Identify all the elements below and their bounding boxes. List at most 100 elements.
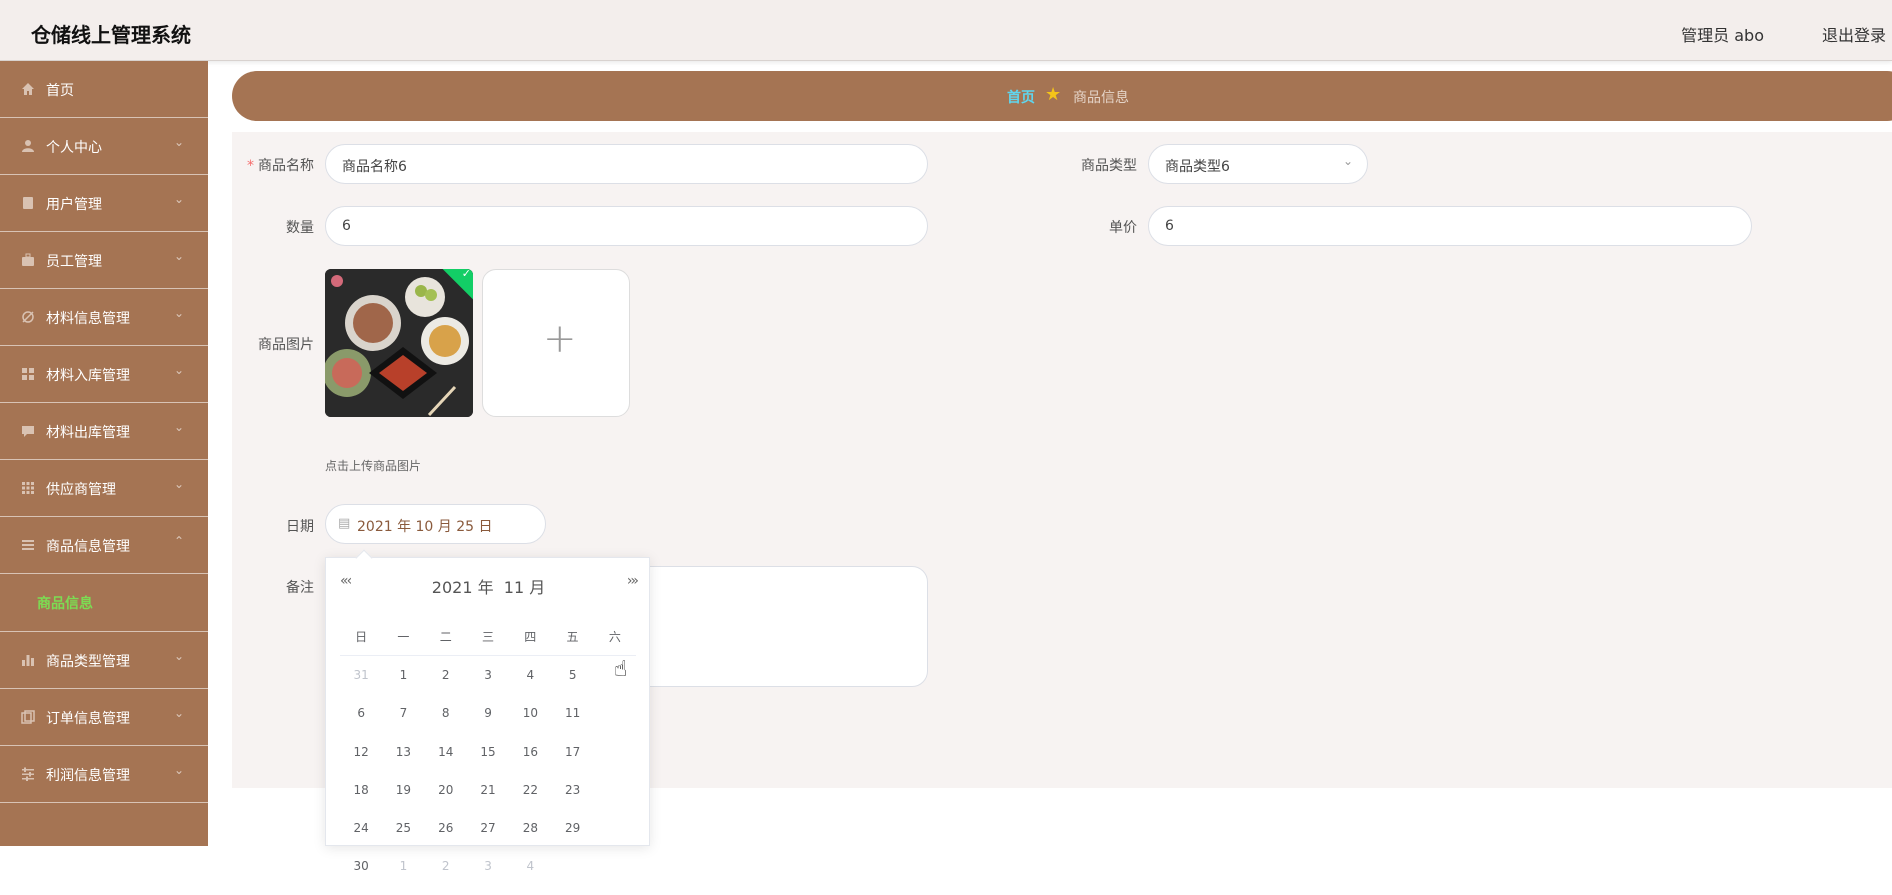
calendar-day-cell[interactable]: 24 <box>340 818 382 856</box>
calendar-day-cell[interactable]: 23 <box>551 780 593 818</box>
product-type-label: 商品类型 <box>1081 158 1137 174</box>
weekday-label: 五 <box>566 630 579 644</box>
calendar-day-cell[interactable]: 14 <box>425 742 467 780</box>
calendar-day-cell[interactable]: 9 <box>467 703 509 741</box>
briefcase-icon <box>22 253 34 266</box>
chevron-down-icon: ⌄ <box>173 249 184 263</box>
calendar-day-cell[interactable]: 17 <box>551 742 593 780</box>
sidebar-item-product-info[interactable]: 商品信息管理 ⌃ <box>0 517 208 574</box>
sidebar-subitem-product-info[interactable]: 商品信息 <box>0 574 208 632</box>
calendar-day-cell[interactable]: 7 <box>382 703 424 741</box>
chevron-down-icon: ⌄ <box>173 420 184 434</box>
breadcrumb-home-link[interactable]: 首页 <box>1007 87 1035 107</box>
calendar-day-cell[interactable]: 28 <box>509 818 551 856</box>
product-type-select[interactable]: 商品类型6 ⌄ <box>1148 144 1368 184</box>
product-name-input[interactable]: 商品名称6 <box>325 144 928 184</box>
calendar-day-cell[interactable]: 2 <box>425 856 467 894</box>
weekday-label: 二 <box>439 630 452 644</box>
product-image-thumbnail[interactable]: ✓ <box>325 269 473 417</box>
list-icon <box>22 540 34 550</box>
sidebar-item-label: 材料信息管理 <box>46 311 130 327</box>
calendar-day-cell[interactable]: 6 <box>340 703 382 741</box>
unit-price-input[interactable]: 6 <box>1148 206 1752 246</box>
sidebar-item-profit-info[interactable]: 利润信息管理 ⌄ <box>0 746 208 803</box>
calendar-day-cell[interactable]: 20 <box>425 780 467 818</box>
chevron-up-icon: ⌃ <box>173 534 184 548</box>
calendar-day-cell[interactable]: 3 <box>467 856 509 894</box>
quantity-label: 数量 <box>286 220 314 236</box>
sliders-icon <box>22 767 34 781</box>
calendar-day-cell[interactable]: 26 <box>425 818 467 856</box>
calendar-day-cell[interactable]: 19 <box>382 780 424 818</box>
picker-year[interactable]: 2021 年 <box>432 578 494 597</box>
sidebar-item-label: 用户管理 <box>46 197 102 213</box>
grid-icon <box>22 368 34 380</box>
calendar-day-cell[interactable]: 11 <box>551 703 593 741</box>
calendar-day-cell[interactable]: 1 <box>382 665 424 703</box>
sidebar-item-label: 订单信息管理 <box>46 711 130 727</box>
top-bar: 仓储线上管理系统 管理员 abo 退出登录 <box>0 0 1892 61</box>
sidebar-item-order-info[interactable]: 订单信息管理 ⌄ <box>0 689 208 746</box>
calendar-day-cell[interactable]: 5 <box>551 665 593 703</box>
sidebar-item-supplier[interactable]: 供应商管理 ⌄ <box>0 460 208 517</box>
sidebar-item-staff-management[interactable]: 员工管理 ⌄ <box>0 232 208 289</box>
chevron-down-icon: ⌄ <box>173 306 184 320</box>
calendar-day-cell[interactable]: 4 <box>509 665 551 703</box>
calendar-day-cell[interactable]: 13 <box>382 742 424 780</box>
chevron-down-icon: ⌄ <box>173 477 184 491</box>
calendar-day-cell[interactable]: 21 <box>467 780 509 818</box>
date-picker-input[interactable]: ▤ 2021 年 10 月 25 日 <box>325 504 546 544</box>
sidebar-item-home[interactable]: 首页 <box>0 61 208 118</box>
sidebar-item-material-info[interactable]: 材料信息管理 ⌄ <box>0 289 208 346</box>
product-name-label-text: 商品名称 <box>258 158 314 174</box>
sidebar-item-material-out[interactable]: 材料出库管理 ⌄ <box>0 403 208 460</box>
chat-icon <box>22 426 34 437</box>
calendar-day-cell[interactable]: 10 <box>509 703 551 741</box>
sidebar-item-label: 个人中心 <box>46 140 102 156</box>
weekday-label: 日 <box>355 630 368 644</box>
calendar-day-cell[interactable]: 8 <box>425 703 467 741</box>
sidebar-item-label: 材料入库管理 <box>46 368 130 384</box>
weekday-label: 一 <box>397 630 410 644</box>
sidebar-item-label: 商品类型管理 <box>46 654 130 670</box>
weekday-header: 日 一 二 三 四 五 六 <box>340 628 636 656</box>
logout-button[interactable]: 退出登录 <box>1822 22 1886 46</box>
chevron-down-icon: ⌄ <box>173 363 184 377</box>
calendar-day-cell[interactable]: 31 <box>340 665 382 703</box>
upload-image-button[interactable]: + <box>482 269 630 417</box>
calendar-day-cell[interactable]: 12 <box>340 742 382 780</box>
calendar-day-cell[interactable]: 22 <box>509 780 551 818</box>
sidebar-item-label: 供应商管理 <box>46 482 116 498</box>
calendar-day-cell[interactable]: 1 <box>382 856 424 894</box>
picker-month[interactable]: 11 月 <box>504 578 545 597</box>
chevron-down-icon: ⌄ <box>173 706 184 720</box>
quantity-input[interactable]: 6 <box>325 206 928 246</box>
sidebar-item-label: 员工管理 <box>46 254 102 270</box>
calendar-day-cell[interactable]: 18 <box>340 780 382 818</box>
sidebar-item-product-type[interactable]: 商品类型管理 ⌄ <box>0 632 208 689</box>
calendar-day-cell[interactable]: 2 <box>425 665 467 703</box>
next-year-month-button[interactable]: ›» <box>627 573 639 589</box>
calendar-day-cell[interactable]: 25 <box>382 818 424 856</box>
bar-chart-icon <box>22 655 34 666</box>
sidebar-item-personal-center[interactable]: 个人中心 ⌄ <box>0 118 208 175</box>
calendar-day-cell[interactable]: 30 <box>340 856 382 894</box>
sidebar-item-user-management[interactable]: 用户管理 ⌄ <box>0 175 208 232</box>
product-image-label: 商品图片 <box>258 337 314 353</box>
home-icon <box>22 83 34 95</box>
calendar-day-cell[interactable]: 29 <box>551 818 593 856</box>
calendar-day-cell[interactable]: 27 <box>467 818 509 856</box>
product-name-label: * 商品名称 <box>244 155 314 175</box>
calendar-day-cell[interactable]: 15 <box>467 742 509 780</box>
food-photo-image <box>325 269 473 417</box>
chevron-down-icon: ⌄ <box>173 192 184 206</box>
weekday-label: 三 <box>481 630 494 644</box>
user-icon <box>22 140 34 152</box>
sidebar-item-material-in[interactable]: 材料入库管理 ⌄ <box>0 346 208 403</box>
product-type-value: 商品类型6 <box>1165 159 1230 175</box>
calendar-day-cell[interactable]: 3 <box>467 665 509 703</box>
date-label: 日期 <box>286 519 314 535</box>
crossed-circle-icon <box>22 311 34 323</box>
calendar-day-cell[interactable]: 4 <box>509 856 551 894</box>
calendar-day-cell[interactable]: 16 <box>509 742 551 780</box>
